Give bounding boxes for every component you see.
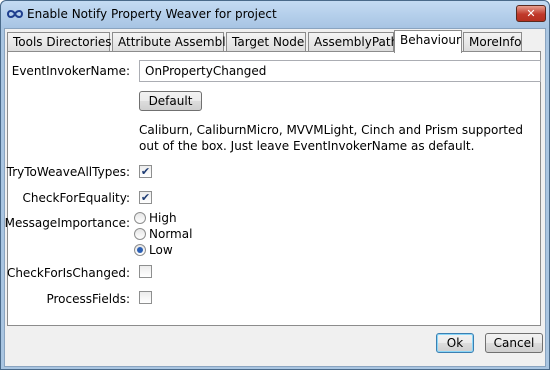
tab-attribute-assembly[interactable]: Attribute Assembly [112,32,233,52]
importance-high-label: High [149,211,177,225]
check-equality-checkbox[interactable]: ✔ [139,191,152,204]
importance-low-radio[interactable] [134,244,146,256]
event-invoker-label: EventInvokerName: [11,64,130,78]
message-importance-label: MessageImportance: [4,216,130,230]
window-title: Enable Notify Property Weaver for projec… [27,7,277,21]
dialog-window: Enable Notify Property Weaver for projec… [0,0,550,370]
importance-high-radio[interactable] [134,212,146,224]
default-button[interactable]: Default [139,91,202,111]
process-fields-label: ProcessFields: [46,292,130,306]
dialog-client: Tools Directories Attribute Assembly Tar… [4,28,546,367]
process-fields-checkbox[interactable] [139,291,152,304]
support-info-text: Caliburn, CaliburnMicro, MVVMLight, Cinc… [139,123,524,153]
check-equality-label: CheckForEquality: [22,191,130,205]
tab-assembly-path[interactable]: AssemblyPath [308,32,398,52]
close-button[interactable]: ✕ [516,5,546,22]
importance-low-label: Low [149,243,173,257]
importance-normal-radio[interactable] [134,228,146,240]
behaviour-panel: EventInvokerName: OnPropertyChanged Defa… [4,51,541,326]
importance-normal-label: Normal [149,227,193,241]
cancel-button[interactable]: Cancel [485,333,543,353]
try-weave-label: TryToWeaveAllTypes: [6,165,130,179]
tab-tools-directories[interactable]: Tools Directories [7,32,112,52]
checkmark-icon: ✔ [140,191,151,204]
check-changed-checkbox[interactable] [139,265,152,278]
tab-behaviour[interactable]: Behaviour [394,30,462,53]
title-bar[interactable]: Enable Notify Property Weaver for projec… [1,1,549,28]
try-weave-checkbox[interactable]: ✔ [139,165,152,178]
tab-more-info[interactable]: MoreInfo [463,32,522,52]
ok-button[interactable]: Ok [436,333,474,353]
infinity-icon [7,10,23,18]
tab-target-node[interactable]: Target Node [226,32,306,52]
check-changed-label: CheckForIsChanged: [6,266,130,280]
event-invoker-input[interactable]: OnPropertyChanged [139,60,541,82]
checkmark-icon: ✔ [140,165,151,178]
